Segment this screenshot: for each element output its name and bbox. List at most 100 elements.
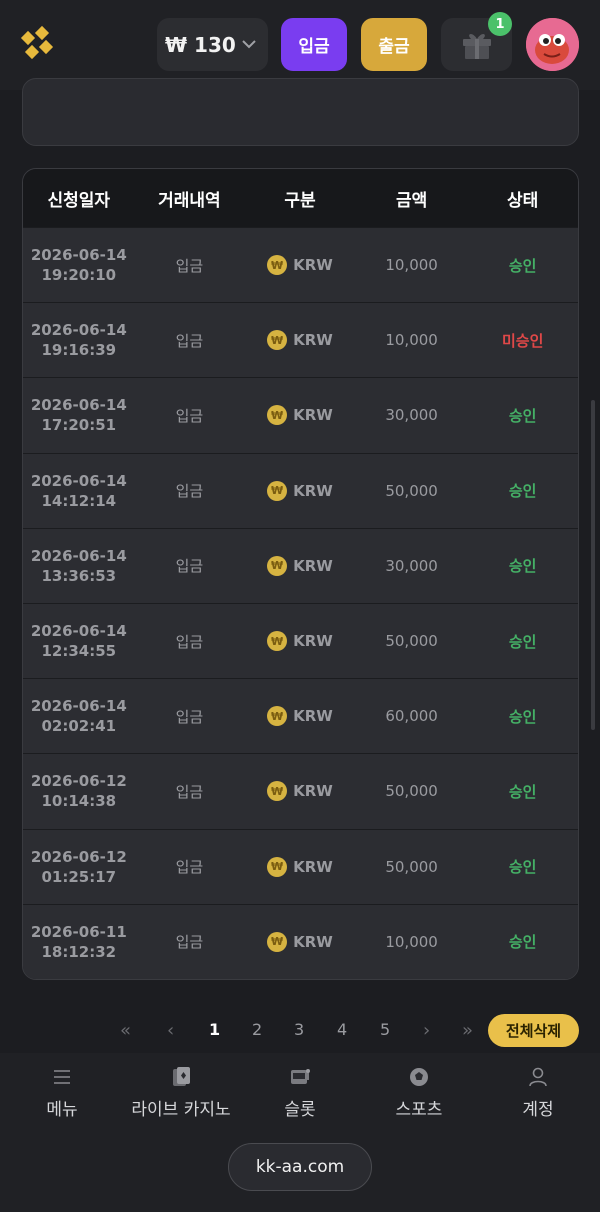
cell-amount: 10,000	[385, 932, 438, 951]
table-header: 신청일자 거래내역 구분 금액 상태	[23, 169, 578, 227]
column-header-status: 상태	[507, 190, 539, 211]
delete-all-button[interactable]: 전체삭제	[488, 1014, 579, 1047]
cell-date-day: 2026-06-14	[30, 471, 127, 490]
cell-currency-label: KRW	[293, 707, 333, 726]
gift-icon	[462, 33, 491, 59]
nav-label-menu: 메뉴	[46, 1100, 78, 1120]
cell-amount: 60,000	[385, 707, 438, 726]
status-badge: 승인	[508, 707, 537, 726]
status-badge: 승인	[508, 632, 537, 651]
cell-amount: 50,000	[385, 481, 438, 500]
scrollbar[interactable]	[591, 400, 595, 730]
cell-date: 2026-06-14 02:02:41	[23, 696, 135, 736]
status-badge: 승인	[508, 406, 537, 425]
nav-item-account[interactable]: 계정	[478, 1065, 598, 1120]
status-badge: 미승인	[501, 331, 544, 350]
transaction-table: 신청일자 거래내역 구분 금액 상태 2026-06-14 19:20:10 입금 ₩…	[22, 168, 579, 980]
prev-page-button[interactable]: ‹	[167, 1020, 174, 1041]
cell-transaction-type: 입금	[175, 331, 204, 350]
first-page-button[interactable]: «	[120, 1020, 131, 1041]
last-page-button[interactable]: »	[462, 1020, 473, 1041]
page-button-1[interactable]: 1	[209, 1020, 220, 1039]
nav-item-menu[interactable]: 메뉴	[2, 1065, 122, 1120]
cell-currency: ₩ KRW	[244, 405, 356, 426]
cell-date-day: 2026-06-14	[30, 246, 127, 265]
cell-currency-label: KRW	[293, 481, 333, 500]
cell-date-time: 18:12:32	[41, 942, 117, 961]
cell-date: 2026-06-12 01:25:17	[23, 847, 135, 887]
page-button-5[interactable]: 5	[380, 1020, 390, 1039]
page-button-2[interactable]: 2	[252, 1020, 262, 1039]
gift-badge: 1	[488, 12, 512, 36]
cell-date-time: 17:20:51	[41, 416, 117, 435]
nav-item-sports[interactable]: 스포츠	[359, 1065, 479, 1120]
won-coin-icon: ₩	[267, 330, 288, 351]
app-header: ₩ 130 입금 출금 1	[0, 0, 600, 90]
avatar[interactable]	[526, 18, 579, 71]
brand-logo-icon[interactable]	[18, 24, 56, 64]
soccer-ball-icon	[410, 1068, 428, 1086]
url-bar[interactable]: kk-aa.com	[228, 1143, 372, 1191]
summary-card	[22, 78, 579, 146]
cell-date-day: 2026-06-14	[30, 546, 127, 565]
cell-amount: 30,000	[385, 556, 438, 575]
cell-transaction-type: 입금	[175, 482, 204, 501]
page-button-3[interactable]: 3	[294, 1020, 304, 1039]
withdraw-button[interactable]: 출금	[361, 18, 427, 71]
nav-item-live-casino[interactable]: 라이브 카지노	[121, 1065, 241, 1120]
cell-date: 2026-06-11 18:12:32	[23, 922, 135, 962]
user-icon	[529, 1067, 547, 1087]
nav-item-slot[interactable]: 슬롯	[240, 1065, 360, 1120]
status-badge: 승인	[508, 858, 537, 877]
cell-transaction-type: 입금	[175, 256, 204, 275]
cell-date-time: 19:20:10	[41, 266, 117, 285]
cell-currency: ₩ KRW	[244, 255, 356, 276]
cell-date: 2026-06-14 17:20:51	[23, 395, 135, 435]
cell-transaction-type: 입금	[175, 632, 204, 651]
chevron-down-icon	[242, 40, 256, 49]
nav-label-account: 계정	[522, 1100, 554, 1120]
nav-label-sports: 스포츠	[395, 1100, 443, 1120]
cell-date-day: 2026-06-14	[30, 396, 127, 415]
table-row: 2026-06-14 19:16:39 입금 ₩ KRW 10,000 미승인	[23, 302, 578, 378]
cell-date-day: 2026-06-11	[30, 922, 127, 941]
avatar-character-icon	[526, 18, 579, 71]
cell-currency-label: KRW	[293, 632, 333, 651]
cell-transaction-type: 입금	[175, 782, 204, 801]
deposit-button[interactable]: 입금	[281, 18, 347, 71]
cell-amount: 50,000	[385, 857, 438, 876]
table-row: 2026-06-14 17:20:51 입금 ₩ KRW 30,000 승인	[23, 377, 578, 453]
cell-currency: ₩ KRW	[244, 781, 356, 802]
status-badge: 승인	[508, 256, 537, 275]
status-badge: 승인	[508, 482, 537, 501]
cell-currency: ₩ KRW	[244, 555, 356, 576]
cell-currency-label: KRW	[293, 932, 333, 951]
cell-transaction-type: 입금	[175, 858, 204, 877]
cell-currency-label: KRW	[293, 556, 333, 575]
table-body: 2026-06-14 19:20:10 입금 ₩ KRW 10,000 승인 2026-06-…	[23, 227, 578, 979]
cell-currency: ₩ KRW	[244, 706, 356, 727]
cell-date: 2026-06-14 13:36:53	[23, 546, 135, 586]
won-coin-icon: ₩	[267, 480, 288, 501]
cell-date-day: 2026-06-12	[30, 847, 127, 866]
balance-amount: ₩ 130	[165, 32, 236, 57]
cell-date-time: 13:36:53	[41, 566, 117, 585]
cell-amount: 10,000	[385, 331, 438, 350]
cell-currency-label: KRW	[293, 331, 333, 350]
next-page-button[interactable]: ›	[423, 1020, 430, 1041]
table-row: 2026-06-14 12:34:55 입금 ₩ KRW 50,000 승인	[23, 602, 578, 679]
page-button-4[interactable]: 4	[337, 1020, 347, 1039]
status-badge: 승인	[508, 557, 537, 576]
cell-currency: ₩ KRW	[244, 330, 356, 351]
column-header-amount: 금액	[395, 190, 428, 211]
cell-currency-label: KRW	[293, 857, 333, 876]
cell-date-time: 14:12:14	[41, 491, 117, 510]
cell-currency-label: KRW	[293, 782, 333, 801]
cell-date-day: 2026-06-12	[30, 772, 127, 791]
won-coin-icon: ₩	[267, 931, 288, 952]
cell-currency: ₩ KRW	[244, 631, 356, 652]
cell-date-time: 02:02:41	[41, 717, 117, 736]
balance-dropdown[interactable]: ₩ 130	[157, 18, 268, 71]
menu-icon	[54, 1070, 70, 1084]
won-coin-icon: ₩	[267, 255, 288, 276]
